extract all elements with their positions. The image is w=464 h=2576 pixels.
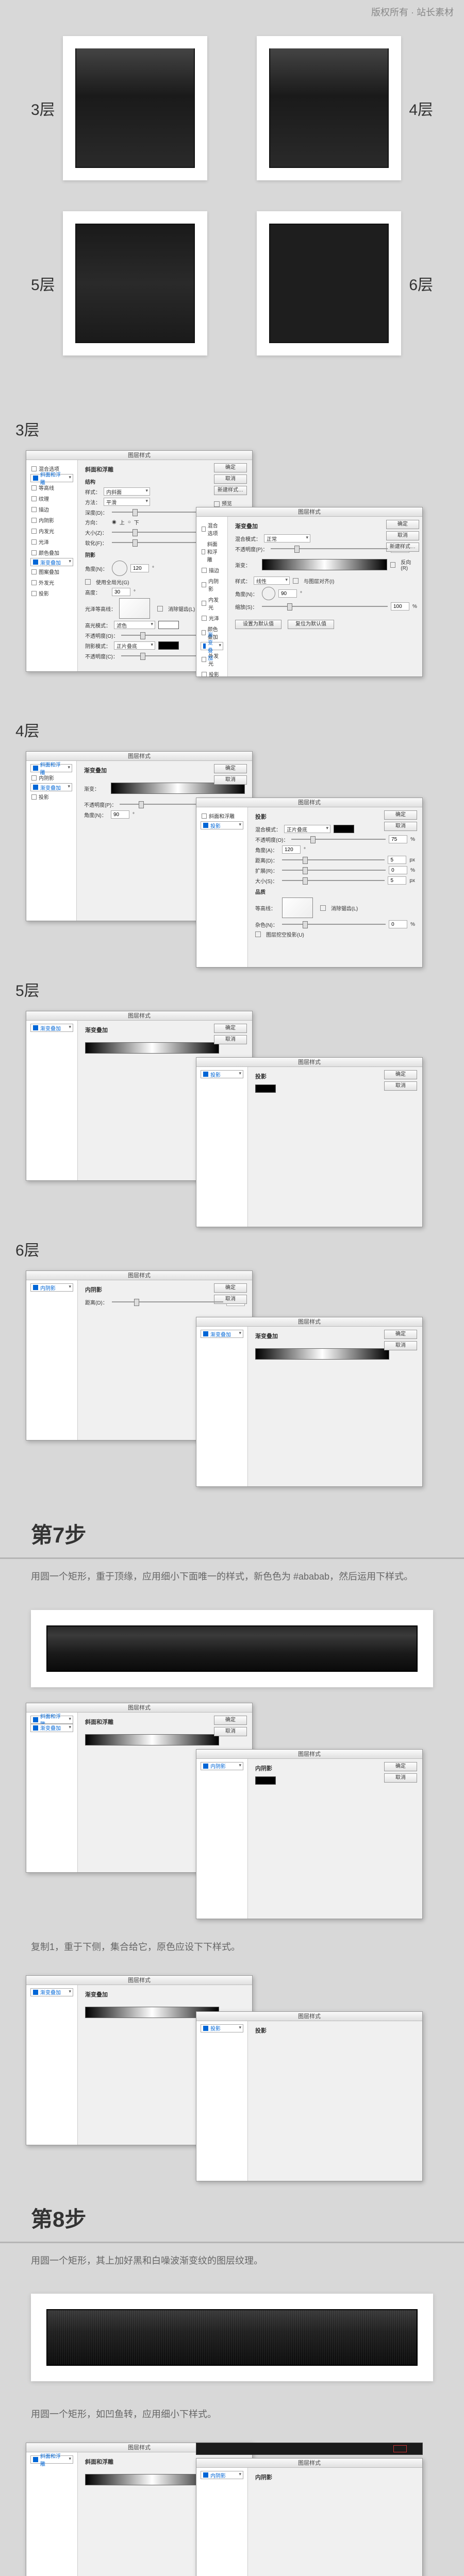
dialog-cluster-3: 图层样式 混合选项 斜面和浮雕 等高线 纹理 描边 内阴影 内发光 光泽 颜色叠… bbox=[0, 450, 464, 708]
dialog-cluster-7a: 图层样式斜面和浮雕渐变叠加确定取消斜面和浮雕 图层样式内阴影确定取消内阴影 bbox=[0, 1703, 464, 1919]
step-8-heading: 第8步 bbox=[0, 2181, 464, 2243]
step-7-heading: 第7步 bbox=[0, 1497, 464, 1559]
method-select[interactable]: 平滑 bbox=[104, 498, 150, 506]
cluster-label-5: 5层 bbox=[15, 978, 464, 1001]
dialog-style-list[interactable]: 混合选项 斜面和浮雕 等高线 纹理 描边 内阴影 内发光 光泽 颜色叠加 渐变叠… bbox=[26, 460, 78, 671]
mini-preview bbox=[196, 2443, 423, 2455]
thumb-3 bbox=[63, 36, 207, 180]
layer-style-dialog-shadow[interactable]: 图层样式 斜面和浮雕 投影 确定取消 投影 混合模式：正片叠底 不透明度(O)：… bbox=[196, 798, 423, 968]
thumb-label-6: 6层 bbox=[409, 272, 433, 295]
watermark: 版权所有 · 站长素材 bbox=[371, 5, 454, 19]
dialog-cluster-6: 图层样式内阴影确定取消内阴影距离(D)： 图层样式渐变叠加确定取消渐变叠加 bbox=[0, 1270, 464, 1487]
step-7-desc: 用圆一个矩形，重于顶缘，应用细小下面唯一的样式，新色色为 #ababab，然后运… bbox=[0, 1559, 464, 1595]
layer-style-dialog-grad[interactable]: 图层样式 混合选项 斜面和浮雕 描边 内阴影 内发光 光泽 颜色叠加 渐变叠加 … bbox=[196, 507, 423, 677]
cluster-label-3: 3层 bbox=[15, 417, 464, 440]
dialog-cluster-8a: 图层样式斜面和浮雕斜面和浮雕 图层样式内阴影内阴影 bbox=[0, 2443, 464, 2576]
ok-button[interactable]: 确定 bbox=[214, 463, 247, 472]
dialog-cluster-5: 图层样式渐变叠加确定取消渐变叠加 图层样式投影确定取消投影 bbox=[0, 1011, 464, 1227]
step-7-render bbox=[31, 1610, 433, 1687]
step-8-desc2: 用圆一个矩形，如凹鱼转，应用细小下样式。 bbox=[0, 2397, 464, 2432]
new-style-button[interactable]: 新建样式… bbox=[214, 486, 247, 495]
thumb-label-5: 5层 bbox=[31, 272, 55, 295]
thumb-label-4: 4层 bbox=[409, 97, 433, 120]
step-7-desc2: 复制1，重于下侧，集合给它，原色应设下下样式。 bbox=[0, 1929, 464, 1965]
dialog-cluster-7b: 图层样式渐变叠加渐变叠加 图层样式投影投影 bbox=[0, 1975, 464, 2171]
thumbnails-grid: 3层 4层 5层 6层 bbox=[0, 0, 464, 407]
thumb-5 bbox=[63, 211, 207, 355]
cancel-button[interactable]: 取消 bbox=[214, 474, 247, 484]
cluster-label-6: 6层 bbox=[15, 1238, 464, 1260]
gradient-swatch[interactable] bbox=[262, 559, 387, 570]
thumb-4 bbox=[257, 36, 401, 180]
style-select[interactable]: 内斜面 bbox=[104, 487, 150, 496]
gloss-contour[interactable] bbox=[119, 598, 150, 619]
thumb-label-3: 3层 bbox=[31, 97, 55, 120]
thumb-6 bbox=[257, 211, 401, 355]
dialog-cluster-4: 图层样式 斜面和浮雕 内阴影 渐变叠加 投影 确定取消 渐变叠加 渐变： 不透明… bbox=[0, 751, 464, 968]
step-8-render-1 bbox=[31, 2294, 433, 2381]
cluster-label-4: 4层 bbox=[15, 718, 464, 741]
dialog-title: 图层样式 bbox=[26, 451, 252, 460]
step-8-desc: 用圆一个矩形，其上加好黑和白噪波渐变纹的图层纹理。 bbox=[0, 2243, 464, 2279]
